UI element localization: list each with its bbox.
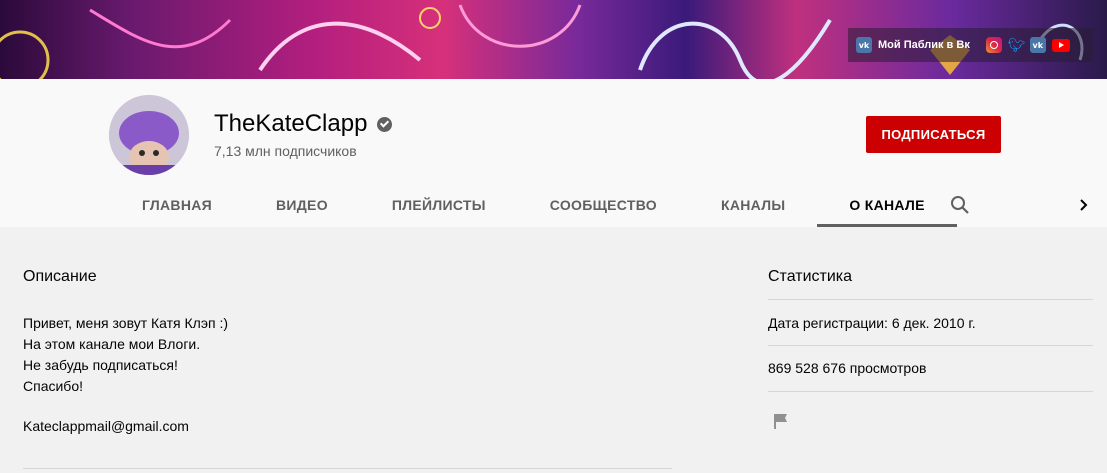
description-line: Привет, меня зовут Катя Клэп :) <box>23 315 229 331</box>
avatar[interactable] <box>109 95 189 175</box>
channel-header: TheKateClapp 7,13 млн подписчиков ПОДПИС… <box>0 79 1107 227</box>
about-content: Описание Привет, меня зовут Катя Клэп :)… <box>0 227 1107 473</box>
tab-about[interactable]: О КАНАЛЕ <box>817 183 958 227</box>
tab-videos[interactable]: ВИДЕО <box>244 183 360 227</box>
vk-icon[interactable]: vk <box>856 37 872 53</box>
description-text: Привет, меня зовут Катя Клэп :) На этом … <box>23 313 228 397</box>
description-line: На этом канале мои Влоги. <box>23 336 201 352</box>
vk-public-link[interactable]: Мой Паблик в Вк <box>878 39 970 51</box>
registration-date: Дата регистрации: 6 дек. 2010 г. <box>768 315 976 331</box>
flag-icon[interactable] <box>772 412 790 430</box>
chevron-right-icon[interactable] <box>1076 193 1092 217</box>
avatar-image <box>109 95 189 175</box>
instagram-icon[interactable] <box>985 37 1002 53</box>
tab-community[interactable]: СООБЩЕСТВО <box>518 183 689 227</box>
tab-home[interactable]: ГЛАВНАЯ <box>110 183 244 227</box>
view-count: 869 528 676 просмотров <box>768 360 927 376</box>
twitter-icon[interactable]: 🐦︎ <box>1008 37 1026 53</box>
channel-title: TheKateClapp <box>214 110 393 138</box>
vk-icon[interactable]: vk <box>1029 37 1046 53</box>
description-line: Спасибо! <box>23 378 83 394</box>
youtube-icon[interactable] <box>1051 38 1070 52</box>
search-icon[interactable] <box>948 193 972 217</box>
channel-tabs: ГЛАВНАЯ ВИДЕО ПЛЕЙЛИСТЫ СООБЩЕСТВО КАНАЛ… <box>110 183 958 227</box>
description-line: Не забудь подписаться! <box>23 357 178 373</box>
banner-links: vk Мой Паблик в Вк 🐦︎ vk <box>848 28 1093 62</box>
contact-email: Kateclappmail@gmail.com <box>23 418 189 434</box>
tab-channels[interactable]: КАНАЛЫ <box>689 183 817 227</box>
divider <box>23 468 672 469</box>
description-title: Описание <box>23 268 97 285</box>
channel-name: TheKateClapp <box>214 110 368 137</box>
tab-playlists[interactable]: ПЛЕЙЛИСТЫ <box>360 183 518 227</box>
divider <box>768 391 1093 392</box>
verified-icon <box>377 116 393 132</box>
divider <box>768 345 1093 346</box>
channel-banner: vk Мой Паблик в Вк 🐦︎ vk <box>0 0 1107 79</box>
subscribe-button[interactable]: ПОДПИСАТЬСЯ <box>866 116 1001 153</box>
divider <box>768 299 1093 300</box>
stats-title: Статистика <box>768 268 853 285</box>
subscriber-count: 7,13 млн подписчиков <box>214 143 357 159</box>
